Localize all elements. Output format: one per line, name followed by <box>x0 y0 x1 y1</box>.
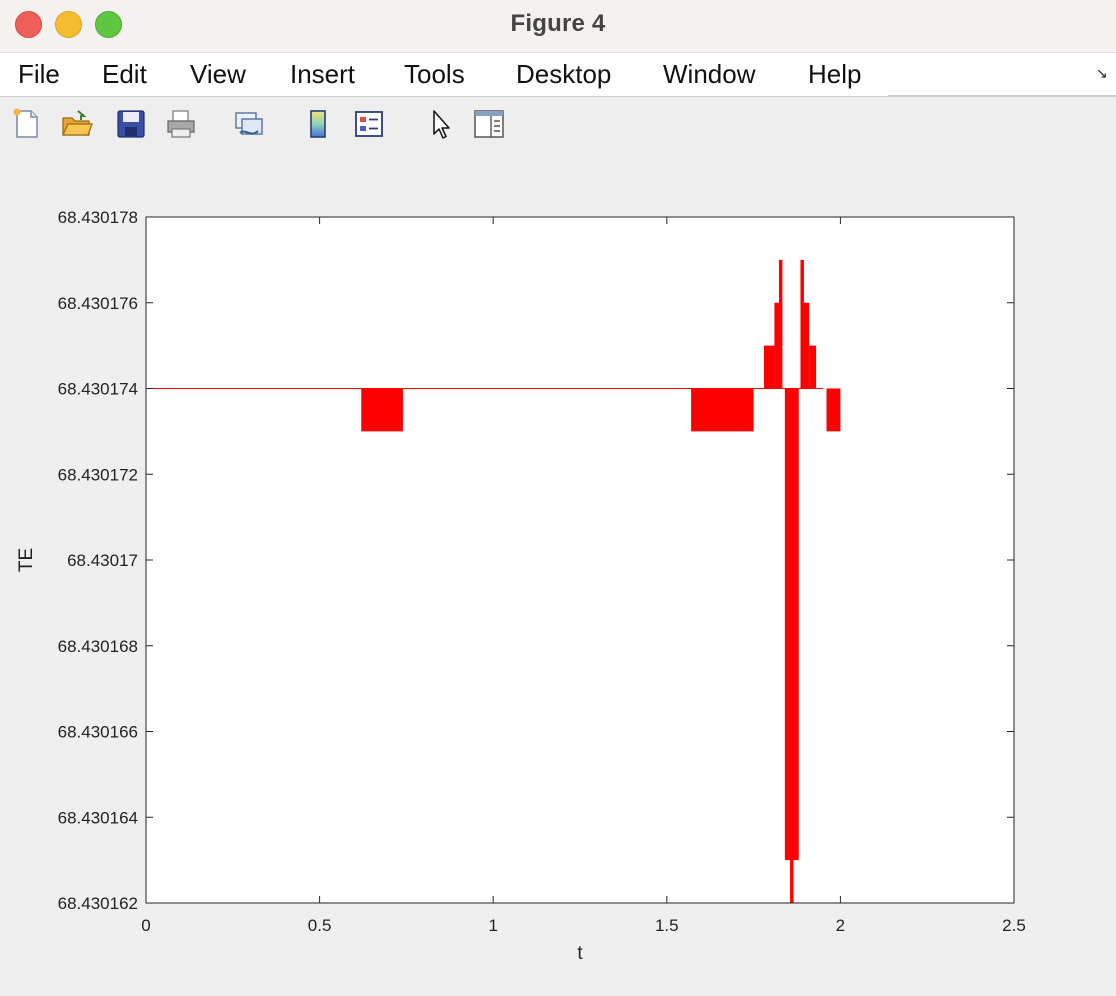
plot-area[interactable] <box>146 217 1014 903</box>
oscillation-band <box>764 345 775 389</box>
colorbar-icon[interactable] <box>301 107 335 141</box>
print-icon[interactable] <box>164 107 198 141</box>
toolbar <box>0 96 1116 152</box>
x-axis-label: t <box>577 943 583 964</box>
y-tick-label: 68.430166 <box>58 723 138 742</box>
link-plot-icon[interactable] <box>232 107 266 141</box>
x-tick-label: 2.5 <box>1002 916 1026 935</box>
menu-bar: File Edit View Insert Tools Desktop Wind… <box>0 52 1116 97</box>
menu-file[interactable]: File <box>18 59 60 90</box>
y-tick-label: 68.430164 <box>58 808 138 827</box>
x-tick-label: 1.5 <box>655 916 679 935</box>
oscillation-band <box>691 388 754 432</box>
y-tick-label: 68.430176 <box>58 294 138 313</box>
pointer-icon[interactable] <box>424 107 458 141</box>
oscillation-band <box>809 345 817 389</box>
open-file-icon[interactable] <box>60 107 94 141</box>
property-editor-icon[interactable] <box>472 107 506 141</box>
title-bar: Figure 4 <box>0 0 1116 52</box>
oscillation-band <box>778 259 783 389</box>
oscillation-band <box>826 388 841 432</box>
y-tick-label: 68.430174 <box>58 380 138 399</box>
menu-edit[interactable]: Edit <box>102 59 147 90</box>
y-tick-label: 68.430162 <box>58 894 138 913</box>
y-tick-label: 68.430172 <box>58 465 138 484</box>
y-axis-label: TE <box>16 548 37 572</box>
y-tick-label: 68.43017 <box>67 551 138 570</box>
x-tick-label: 0 <box>141 916 150 935</box>
oscillation-band <box>790 774 794 903</box>
oscillation-band <box>802 302 810 389</box>
legend-icon[interactable] <box>352 107 386 141</box>
menu-view[interactable]: View <box>190 59 246 90</box>
menu-tools[interactable]: Tools <box>404 59 465 90</box>
oscillation-band <box>361 388 403 432</box>
new-figure-icon[interactable] <box>10 107 44 141</box>
chart: 0 0.5 1 1.5 2 2.5 68.430162 68.430164 68.430166 6… <box>16 208 1026 964</box>
save-icon[interactable] <box>114 107 148 141</box>
figure-canvas: 0 0.5 1 1.5 2 2.5 68.430162 68.430164 68.430166 6… <box>0 151 1116 996</box>
menu-desktop[interactable]: Desktop <box>516 59 611 90</box>
window-title: Figure 4 <box>510 10 606 37</box>
menu-help[interactable]: Help <box>808 59 861 90</box>
dock-arrow-icon[interactable]: ↘ <box>1096 65 1108 82</box>
menu-insert[interactable]: Insert <box>290 59 355 90</box>
menu-window[interactable]: Window <box>663 59 755 90</box>
x-tick-label: 2 <box>836 916 845 935</box>
x-tick-label: 0.5 <box>308 916 332 935</box>
y-tick-label: 68.430178 <box>58 208 138 227</box>
x-tick-label: 1 <box>488 916 497 935</box>
y-tick-label: 68.430168 <box>58 637 138 656</box>
